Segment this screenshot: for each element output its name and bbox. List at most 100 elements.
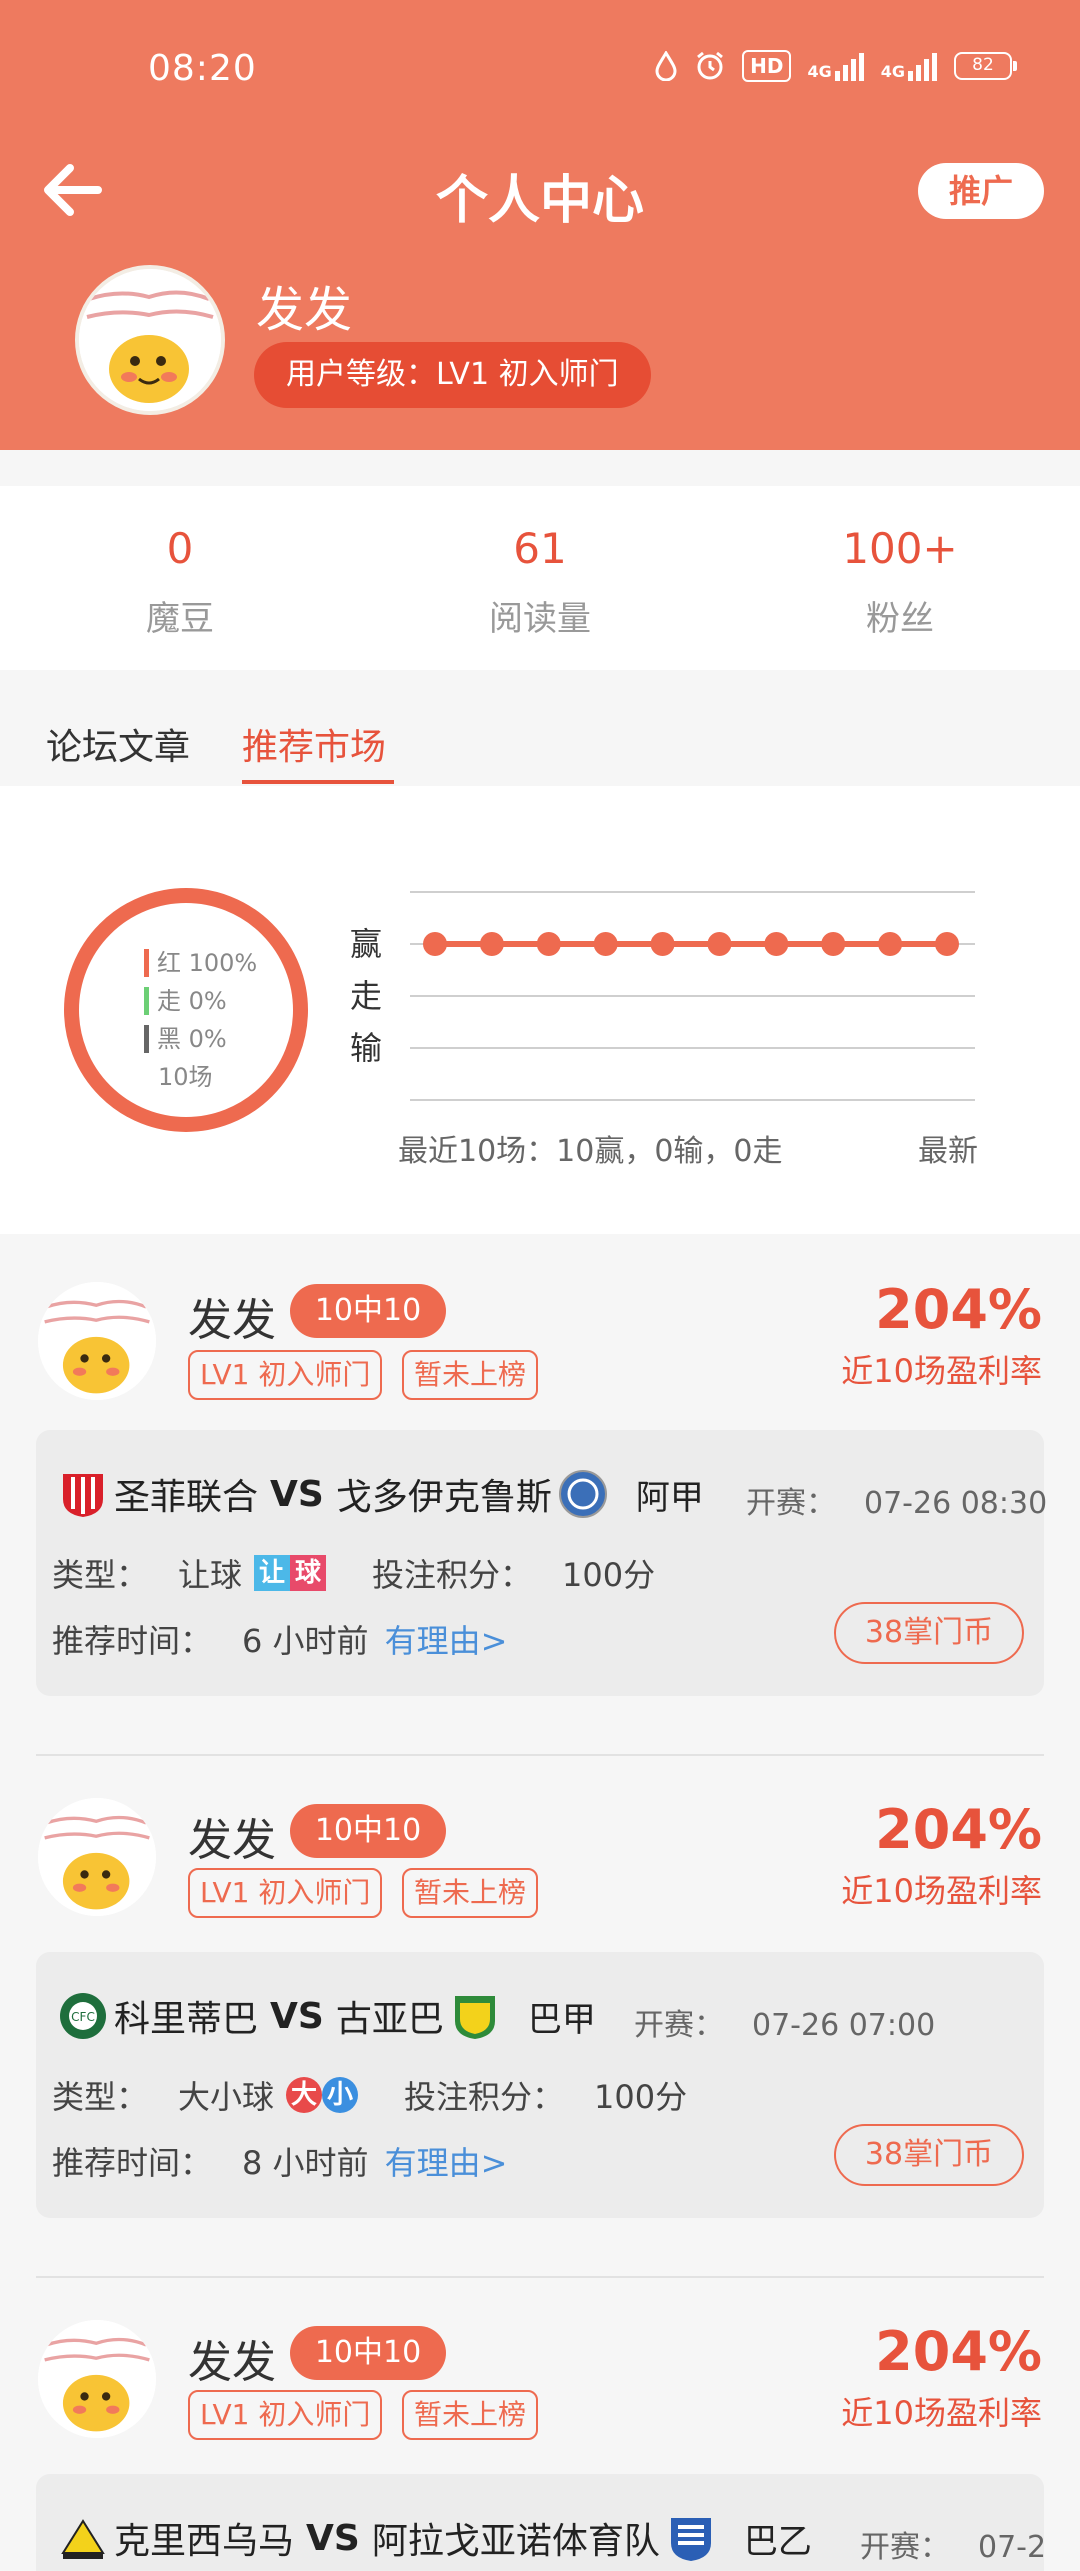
- time-label: 推荐时间：: [52, 1622, 213, 1660]
- ring-legend-push: 走 0%: [144, 982, 257, 1020]
- roi-value: 204%: [875, 1278, 1042, 1341]
- stat-label: 阅读量: [489, 599, 591, 639]
- stat-label: 魔豆: [146, 599, 214, 639]
- data-point: [878, 932, 903, 956]
- avatar-image: [38, 1282, 156, 1400]
- author-avatar[interactable]: [38, 1798, 156, 1916]
- hit-rate-badge: 10中10: [290, 2326, 446, 2380]
- ring-match-count: 10场: [158, 1063, 213, 1091]
- bet-type-row: 类型： 让球 让球 投注积分： 100分: [52, 1550, 655, 1596]
- promote-button[interactable]: 推广: [918, 163, 1044, 219]
- active-tab-indicator: [242, 780, 394, 784]
- league-name: 巴乙: [743, 2521, 812, 2562]
- vs-label: VS: [270, 1995, 324, 2037]
- chart-footer-latest: 最新: [918, 1134, 978, 1169]
- data-point: [935, 932, 959, 956]
- stat-reads[interactable]: 61 阅读量: [360, 486, 720, 670]
- points-label: 投注积分：: [372, 1556, 533, 1594]
- handicap-icon-part: 让: [254, 1555, 291, 1591]
- battery-icon: 82: [954, 52, 1017, 80]
- type-label: 类型：: [52, 2078, 149, 2116]
- avatar-image: [38, 2320, 156, 2438]
- over-under-icon: 大小: [286, 2077, 359, 2113]
- push-legend-swatch: [144, 987, 149, 1015]
- user-name: 发发: [256, 282, 353, 338]
- ring-legend-red: 红 100%: [144, 944, 257, 982]
- y-tick-label: 赢: [350, 925, 382, 963]
- level-tag: LV1 初入师门: [188, 1868, 383, 1918]
- team-logo-icon: [63, 1474, 103, 1517]
- hit-rate-badge: 10中10: [290, 1804, 446, 1858]
- kickoff-info: 开赛： 07-26 08:30: [746, 1478, 1047, 1522]
- data-point: [536, 932, 561, 956]
- recommendation-card[interactable]: 发发 10中10 LV1 初入师门 暂未上榜 204% 近10场盈利率 克里西乌…: [0, 2278, 1080, 2571]
- home-team: 圣菲联合: [114, 1477, 259, 1518]
- team-logo-icon: [61, 2519, 105, 2559]
- stat-label: 粉丝: [866, 599, 934, 639]
- away-team: 阿拉戈亚诺体育队: [371, 2521, 660, 2562]
- stat-beans[interactable]: 0 魔豆: [0, 486, 360, 670]
- home-team: 克里西乌马: [114, 2521, 295, 2562]
- status-bar: 08:20 HD 4G 4G 82: [0, 0, 1080, 140]
- rank-tag: 暂未上榜: [402, 1350, 539, 1400]
- data-point: [821, 932, 846, 956]
- reason-link[interactable]: 有理由>: [385, 1616, 508, 1662]
- user-level-badge: 用户等级：LV1 初入师门: [254, 342, 651, 408]
- unlock-coin-button[interactable]: 38掌门币: [834, 1602, 1024, 1664]
- avatar[interactable]: [75, 265, 225, 415]
- recommendation-card[interactable]: 发发 10中10 LV1 初入师门 暂未上榜 204% 近10场盈利率 CFC …: [0, 1756, 1080, 2276]
- match-info-box[interactable]: CFC 科里蒂巴 VS 古亚巴 巴甲 开赛： 07-26 07:00 类型： 大小…: [36, 1952, 1044, 2218]
- tab-recommend-market[interactable]: 推荐市场: [242, 718, 386, 770]
- data-point: [707, 932, 732, 956]
- unlock-coin-button[interactable]: 38掌门币: [834, 2124, 1024, 2186]
- bet-points: 100分: [562, 1556, 656, 1594]
- kickoff-info: 开赛： 07-26 07:00: [634, 2000, 935, 2044]
- author-avatar[interactable]: [38, 1282, 156, 1400]
- ring-legend-label: 红 100%: [157, 949, 258, 977]
- data-point: [593, 932, 618, 956]
- home-team: 科里蒂巴: [114, 1999, 259, 2040]
- signal-icon-1: 4G: [807, 51, 864, 81]
- bet-type-row: 类型： 大小球 大小 投注积分： 100分: [52, 2072, 687, 2118]
- team-logo-icon: [558, 1470, 607, 1518]
- bet-type: 让球: [178, 1556, 243, 1594]
- author-name: 发发: [188, 1815, 276, 1866]
- bet-type: 大小球: [178, 2078, 275, 2116]
- reason-link[interactable]: 有理由>: [385, 2138, 508, 2184]
- league-name: 阿甲: [635, 1477, 704, 1518]
- data-point: [764, 932, 789, 956]
- kickoff-label: 开赛：: [860, 2530, 950, 2565]
- vs-label: VS: [270, 1473, 324, 1515]
- match-info-box[interactable]: 克里西乌马 VS 阿拉戈亚诺体育队 巴乙 开赛： 07-26 0: [36, 2474, 1044, 2571]
- avatar-image: [79, 269, 221, 411]
- roi-label: 近10场盈利率: [841, 1872, 1042, 1910]
- match-teams: CFC 科里蒂巴 VS 古亚巴 巴甲: [52, 1990, 596, 2042]
- away-team: 古亚巴: [335, 1999, 444, 2040]
- time-ago: 6 小时前: [242, 1622, 369, 1660]
- team-logo-icon: [454, 1996, 495, 2039]
- time-row: 推荐时间： 6 小时前 有理由>: [52, 1616, 507, 1662]
- result-line-chart: 赢走输: [350, 891, 975, 1101]
- rank-tag: 暂未上榜: [402, 1868, 539, 1918]
- handicap-icon-part: 球: [290, 1555, 327, 1591]
- match-info-box[interactable]: 圣菲联合 VS 戈多伊克鲁斯 阿甲 开赛： 07-26 08:30 类型： 让球 …: [36, 1430, 1047, 1696]
- author-avatar[interactable]: [38, 2320, 156, 2438]
- league-name: 巴甲: [527, 1999, 596, 2040]
- team-logo-icon: [670, 2518, 711, 2561]
- red-legend-swatch: [144, 949, 149, 977]
- status-icons: HD 4G 4G 82: [654, 50, 1017, 82]
- over-under-icon-part: 小: [322, 2077, 359, 2113]
- ring-legend-label: 黑 0%: [157, 1025, 227, 1053]
- tab-forum-articles[interactable]: 论坛文章: [46, 718, 190, 770]
- stat-fans[interactable]: 100+ 粉丝: [720, 486, 1080, 670]
- rank-tag: 暂未上榜: [402, 2390, 539, 2440]
- author-name: 发发: [188, 2337, 276, 2388]
- kickoff-time: 07-26 07:00: [752, 2008, 936, 2043]
- time-ago: 8 小时前: [242, 2144, 369, 2182]
- recommendation-card[interactable]: 发发 10中10 LV1 初入师门 暂未上榜 204% 近10场盈利率 圣菲联合…: [0, 1234, 1080, 1754]
- network-type: 4G: [807, 62, 832, 81]
- type-label: 类型：: [52, 1556, 149, 1594]
- stat-value: 61: [513, 524, 567, 573]
- chart-footer-summary: 最近10场：10赢，0输，0走: [398, 1134, 783, 1169]
- kickoff-label: 开赛：: [634, 2008, 724, 2043]
